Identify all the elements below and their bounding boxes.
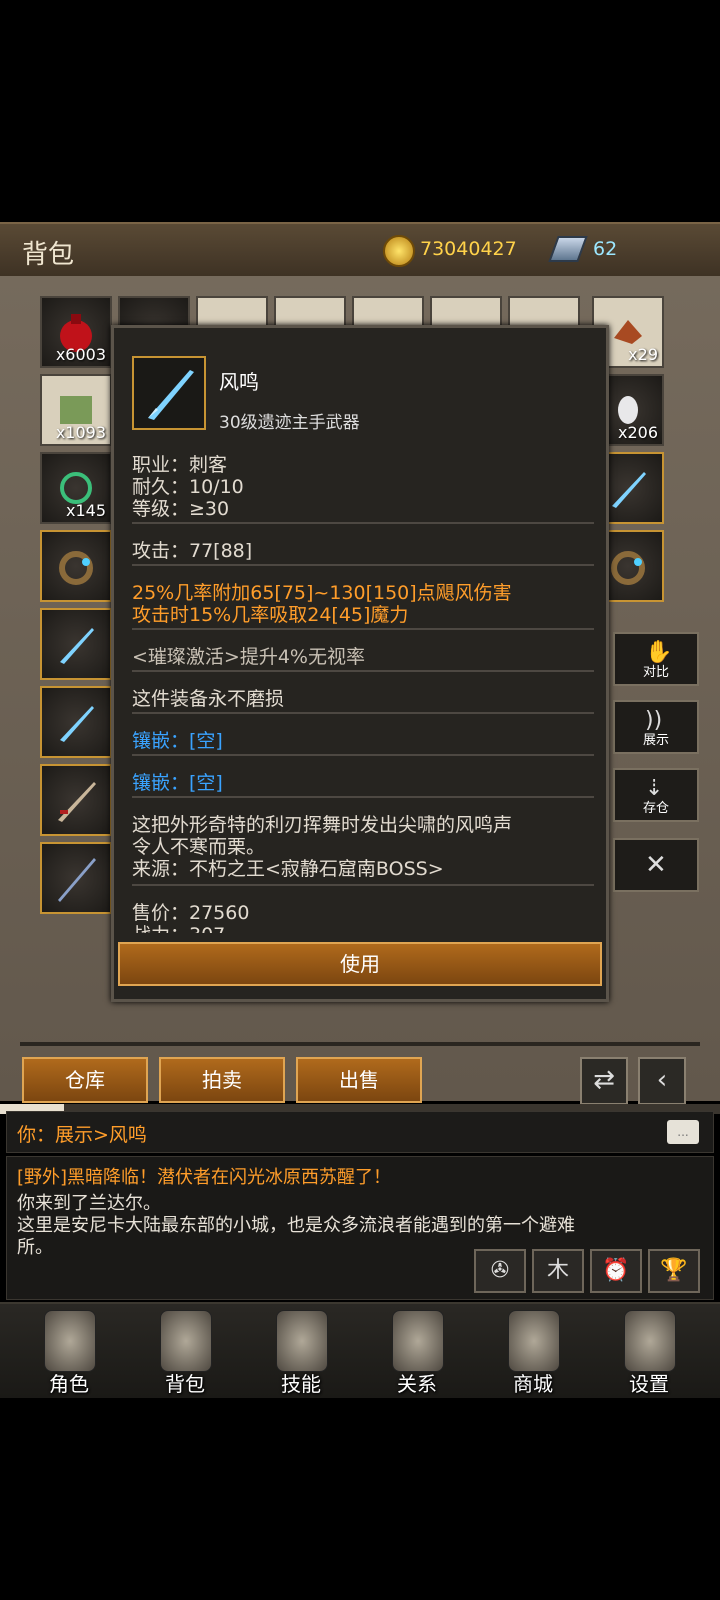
bottom-navigation: 角色 背包 技能 关系 商城 设置	[0, 1302, 720, 1398]
inventory-slot-sword[interactable]	[40, 764, 112, 836]
backpack-icon	[160, 1310, 212, 1372]
nav-backpack[interactable]: 背包	[130, 1304, 240, 1398]
store-button[interactable]: ⇣ 存仓	[613, 768, 699, 822]
close-button[interactable]: ✕	[613, 838, 699, 892]
signpost-icon: 木	[546, 1258, 569, 1283]
compass-icon: ✇	[490, 1258, 510, 1283]
divider	[20, 1042, 700, 1046]
compare-button[interactable]: ✋ 对比	[613, 632, 699, 686]
dagger-icon	[60, 628, 94, 664]
gear-icon	[624, 1310, 676, 1372]
dagger-icon	[60, 706, 94, 742]
socket-slot-2: 镶嵌：[空]	[132, 772, 223, 794]
divider	[132, 754, 594, 756]
gem-currency-icon	[548, 236, 588, 262]
show-button[interactable]: )) 展示	[613, 700, 699, 754]
item-level: 等级：≥30	[132, 498, 230, 520]
gem-amount: 62	[593, 238, 618, 260]
keyboard-icon[interactable]: ...	[667, 1120, 699, 1144]
inventory-slot-orb[interactable]: x145	[40, 452, 112, 524]
ring-icon	[611, 551, 645, 585]
divider	[132, 670, 594, 672]
chat-line: 所。	[17, 1237, 53, 1258]
dagger-icon	[612, 472, 646, 508]
trophy-icon: 🏆	[660, 1258, 688, 1283]
gauntlets-icon	[392, 1310, 444, 1372]
inventory-slot-potion[interactable]: x6003	[40, 296, 112, 368]
sort-button[interactable]: ⇄	[580, 1057, 628, 1105]
divider	[132, 712, 594, 714]
inventory-slot-scroll-town[interactable]: x1093	[40, 374, 112, 446]
nav-relations[interactable]: 关系	[362, 1304, 472, 1398]
item-type: 30级遗迹主手武器	[219, 413, 360, 433]
item-power: 战力：307	[132, 920, 225, 933]
chat-input-text: 你：展示>风鸣	[17, 1124, 147, 1146]
item-detail-popup: 风鸣 30级遗迹主手武器 职业：刺客 耐久：10/10 等级：≥30 攻击：77…	[111, 325, 609, 1002]
divider	[132, 564, 594, 566]
sort-icon: ⇄	[593, 1065, 615, 1095]
close-icon: ✕	[645, 850, 667, 880]
clock-button[interactable]: ⏰	[590, 1249, 642, 1293]
sword-icon	[58, 782, 96, 822]
compass-button[interactable]: ✇	[474, 1249, 526, 1293]
nav-character[interactable]: 角色	[14, 1304, 124, 1398]
item-attack: 攻击：77[88]	[132, 540, 253, 562]
page-title: 背包	[22, 240, 75, 270]
spear-icon	[58, 858, 96, 902]
item-effect-2: 攻击时15%几率吸取24[45]魔力	[132, 604, 409, 626]
inventory-slot-ring[interactable]	[40, 530, 112, 602]
item-source: 来源：不朽之王<寂静石窟南BOSS>	[132, 858, 444, 880]
divider	[132, 884, 594, 886]
dagger-icon	[148, 370, 194, 420]
skill-book-icon	[276, 1310, 328, 1372]
divider	[132, 522, 594, 524]
inventory-slot-dagger[interactable]	[40, 608, 112, 680]
map-button[interactable]: 木	[532, 1249, 584, 1293]
chest-icon	[508, 1310, 560, 1372]
warehouse-button[interactable]: 仓库	[22, 1057, 148, 1103]
sell-button[interactable]: 出售	[296, 1057, 422, 1103]
top-bar: 背包 73040427 62	[0, 222, 720, 278]
ring-icon	[59, 551, 93, 585]
collapse-button[interactable]: ‹	[638, 1057, 686, 1105]
alarm-clock-icon: ⏰	[602, 1258, 630, 1283]
chat-input-bar[interactable]: 你：展示>风鸣 ...	[6, 1111, 714, 1153]
divider	[132, 628, 594, 630]
helmet-icon	[44, 1310, 96, 1372]
auction-button[interactable]: 拍卖	[159, 1057, 285, 1103]
item-icon-frame	[132, 356, 206, 430]
inventory-slot-spear[interactable]	[40, 842, 112, 914]
nav-skills[interactable]: 技能	[246, 1304, 356, 1398]
socket-slot-1: 镶嵌：[空]	[132, 730, 223, 752]
chat-line: 这里是安尼卡大陆最东部的小城，也是众多流浪者能遇到的第一个避难	[17, 1215, 575, 1236]
use-button[interactable]: 使用	[118, 942, 602, 986]
item-brilliant-bonus: <璀璨激活>提升4%无视率	[132, 646, 365, 668]
inventory-slot-dagger[interactable]	[40, 686, 112, 758]
item-no-wear: 这件装备永不磨损	[132, 688, 285, 710]
nav-shop[interactable]: 商城	[478, 1304, 588, 1398]
gold-amount: 73040427	[420, 238, 517, 260]
gold-coin-icon	[383, 235, 415, 267]
divider	[132, 796, 594, 798]
nav-settings[interactable]: 设置	[594, 1304, 704, 1398]
trophy-button[interactable]: 🏆	[648, 1249, 700, 1293]
chat-line: [野外]黑暗降临！潜伏者在闪光冰原西苏醒了！	[17, 1167, 392, 1188]
chevron-left-icon: ‹	[656, 1065, 668, 1095]
item-name: 风鸣	[219, 370, 259, 394]
